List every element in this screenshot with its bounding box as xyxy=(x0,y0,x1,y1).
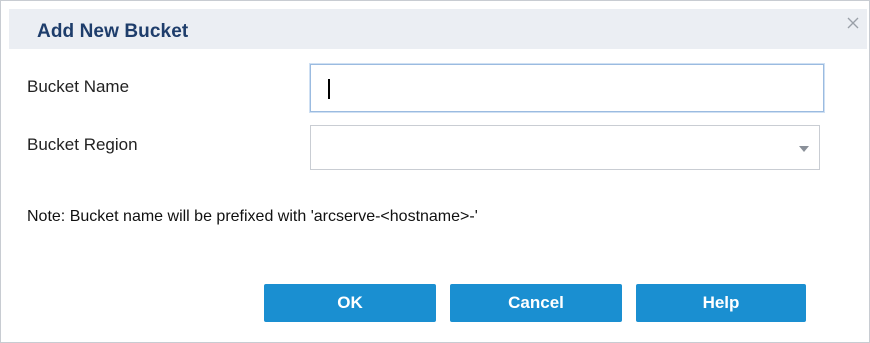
cancel-button[interactable]: Cancel xyxy=(450,284,622,322)
help-button[interactable]: Help xyxy=(636,284,806,322)
prefix-note: Note: Bucket name will be prefixed with … xyxy=(27,208,478,225)
dialog-titlebar: Add New Bucket xyxy=(9,9,867,49)
dialog-title: Add New Bucket xyxy=(37,21,189,42)
bucket-region-select[interactable] xyxy=(310,125,820,170)
bucket-region-label: Bucket Region xyxy=(27,135,138,154)
chevron-down-icon[interactable] xyxy=(799,146,809,152)
close-icon[interactable] xyxy=(845,15,861,31)
bucket-name-input[interactable] xyxy=(310,64,824,112)
add-bucket-dialog: Add New Bucket Bucket Name Bucket Region… xyxy=(0,0,870,343)
ok-button[interactable]: OK xyxy=(264,284,436,322)
bucket-name-label: Bucket Name xyxy=(27,77,130,96)
text-caret xyxy=(328,79,330,99)
